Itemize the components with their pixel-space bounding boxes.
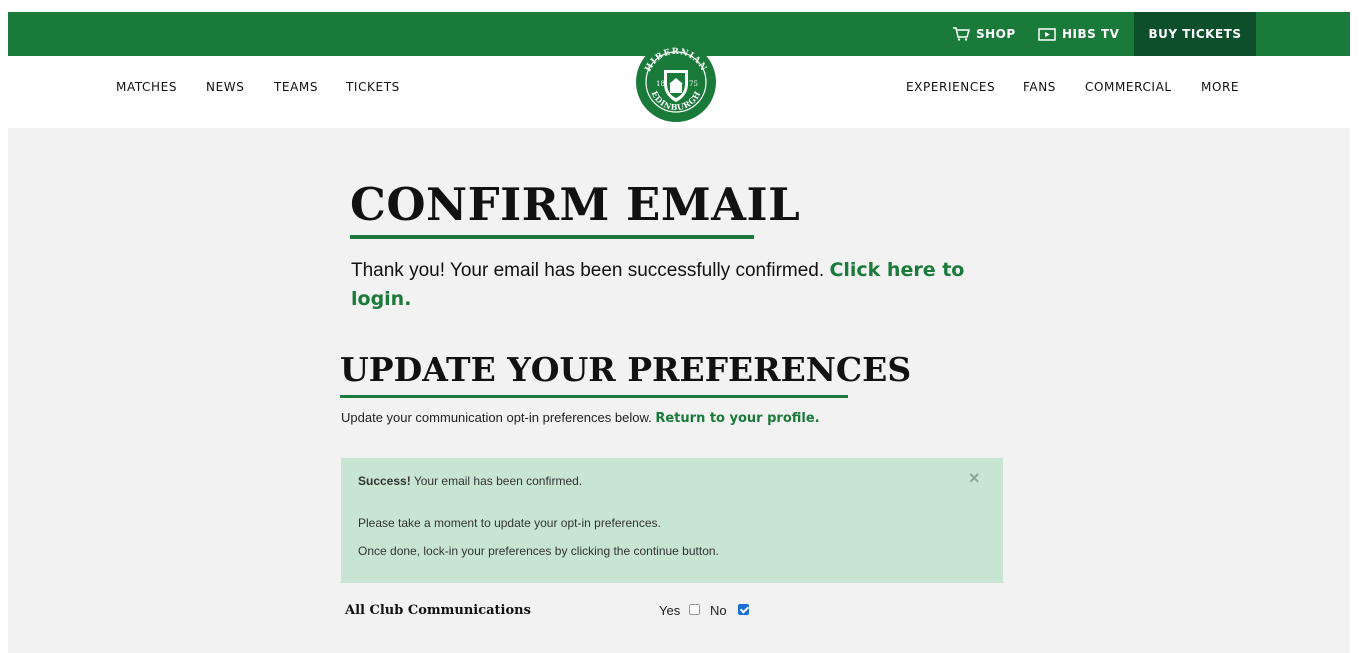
confirm-message-text: Thank you! Your email has been successfu…: [351, 260, 825, 281]
alert-title: Success!: [358, 474, 411, 488]
preferences-intro-text: Update your communication opt-in prefere…: [341, 410, 652, 425]
hibs-tv-label: HIBS TV: [1062, 27, 1120, 41]
main-nav: MATCHES NEWS TEAMS TICKETS EXPERIENCES F…: [8, 42, 1350, 128]
tv-icon: [1038, 27, 1056, 41]
no-checkbox[interactable]: [738, 604, 749, 615]
page-title: CONFIRM EMAIL: [350, 178, 801, 231]
yes-label: Yes: [659, 603, 681, 618]
club-crest-logo[interactable]: HIBERNIAN EDINBURGH 18 75: [634, 40, 718, 124]
nav-more[interactable]: MORE: [1201, 80, 1239, 94]
hibs-tv-link[interactable]: HIBS TV: [1038, 12, 1119, 56]
nav-matches[interactable]: MATCHES: [116, 80, 177, 94]
nav-news[interactable]: NEWS: [206, 80, 244, 94]
success-alert: Success! Your email has been confirmed. …: [341, 458, 1003, 583]
alert-title-line: Success! Your email has been confirmed.: [358, 474, 582, 488]
logo-year-left: 18: [656, 80, 665, 88]
preferences-underline: [340, 395, 848, 398]
shop-link[interactable]: SHOP: [952, 12, 1016, 56]
logo-year-right: 75: [689, 80, 698, 88]
nav-teams[interactable]: TEAMS: [274, 80, 318, 94]
buy-tickets-button[interactable]: BUY TICKETS: [1134, 12, 1256, 56]
return-to-profile-link[interactable]: Return to your profile.: [655, 411, 819, 426]
close-icon[interactable]: ×: [969, 468, 980, 489]
cart-icon: [953, 27, 970, 41]
preferences-heading: UPDATE YOUR PREFERENCES: [340, 350, 912, 389]
alert-line-3: Once done, lock-in your preferences by c…: [358, 544, 719, 558]
preferences-intro: Update your communication opt-in prefere…: [341, 410, 820, 426]
nav-fans[interactable]: FANS: [1023, 80, 1056, 94]
shop-label: SHOP: [976, 27, 1016, 41]
title-underline: [350, 235, 754, 239]
yes-checkbox[interactable]: [689, 604, 700, 615]
confirm-message: Thank you! Your email has been successfu…: [351, 256, 1001, 314]
alert-title-rest: Your email has been confirmed.: [413, 474, 583, 488]
alert-line-2: Please take a moment to update your opt-…: [358, 516, 661, 530]
no-label: No: [710, 603, 727, 618]
page-frame: SHOP HIBS TV BUY TICKETS MATCHES NEWS TE…: [8, 12, 1350, 653]
nav-experiences[interactable]: EXPERIENCES: [906, 80, 995, 94]
nav-commercial[interactable]: COMMERCIAL: [1085, 80, 1172, 94]
all-club-communications-label: All Club Communications: [345, 603, 531, 618]
nav-tickets[interactable]: TICKETS: [346, 80, 400, 94]
buy-tickets-label: BUY TICKETS: [1148, 27, 1242, 41]
